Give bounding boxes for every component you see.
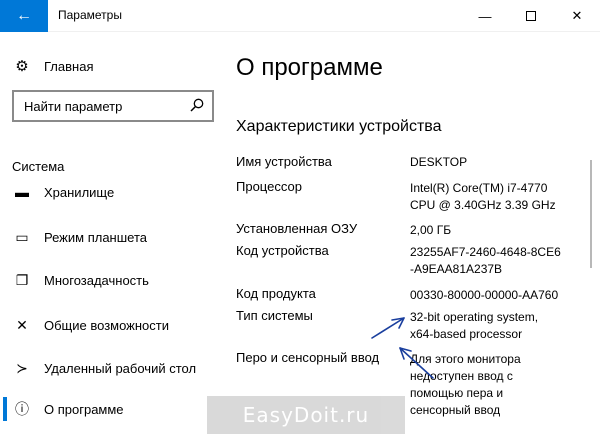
main-content: О программе Характеристики устройства Им…	[222, 32, 600, 437]
close-icon: ✕	[571, 8, 583, 23]
active-indicator	[3, 397, 7, 421]
page-title: О программе	[236, 54, 383, 81]
back-button[interactable]: ←	[0, 0, 48, 32]
remote-desktop-icon: ≻	[16, 359, 28, 376]
spec-value-product-id: 00330-80000-00000-AA760	[410, 288, 559, 302]
sidebar: ⚙ Главная Найти параметр Система ▬ Храни…	[0, 32, 222, 437]
spec-value-system-type: 32-bit operating system, x64-based proce…	[410, 310, 539, 341]
sidebar-item-label: Общие возможности	[44, 317, 170, 333]
multitasking-icon: ❐	[15, 271, 29, 288]
sidebar-item-about[interactable]: ⓘ О программе	[12, 397, 124, 421]
shared-experiences-icon: ✕	[16, 316, 28, 333]
sidebar-item-label: Многозадачность	[44, 272, 149, 288]
spec-label-processor: Процессор	[236, 179, 302, 194]
info-icon: ⓘ	[15, 401, 29, 417]
search-icon	[190, 98, 204, 112]
watermark: EasyDoit.ru	[207, 396, 405, 434]
sidebar-item-shared-experiences[interactable]: ✕ Общие возможности	[12, 313, 169, 337]
sidebar-item-label: Удаленный рабочий стол	[44, 360, 197, 376]
spec-value-device-id: 23255AF7-2460-4648-8CE6 -A9EAA81A237B	[410, 245, 561, 276]
maximize-button[interactable]	[508, 0, 554, 32]
minimize-button[interactable]: —	[462, 0, 508, 32]
gear-icon: ⚙	[15, 58, 29, 75]
search-placeholder: Найти параметр	[24, 98, 123, 114]
spec-value-processor: Intel(R) Core(TM) i7-4770 CPU @ 3.40GHz …	[410, 181, 556, 212]
sidebar-item-remote-desktop[interactable]: ≻ Удаленный рабочий стол	[12, 356, 196, 380]
sidebar-item-label: Режим планшета	[44, 229, 147, 245]
spec-value-device-name: DESKTOP	[410, 155, 468, 169]
sidebar-item-tablet-mode[interactable]: ▭ Режим планшета	[12, 225, 147, 249]
spec-value-pen-touch: Для этого монитора недоступен ввод с пом…	[410, 352, 521, 417]
section-label-system: Система	[12, 159, 65, 174]
title-bar: ← Параметры — ✕	[0, 0, 600, 32]
sidebar-item-multitasking[interactable]: ❐ Многозадачность	[12, 268, 149, 292]
spec-label-pen-touch: Перо и сенсорный ввод	[236, 350, 380, 365]
spec-label-device-name: Имя устройства	[236, 154, 332, 169]
back-arrow-icon: ←	[16, 7, 32, 24]
spec-label-system-type: Тип системы	[236, 308, 313, 323]
spec-label-product-id: Код продукта	[236, 286, 316, 301]
sidebar-item-storage[interactable]: ▬ Хранилище	[12, 180, 114, 204]
minimize-icon: —	[478, 8, 492, 24]
maximize-icon	[526, 11, 536, 21]
sidebar-item-label: О программе	[44, 401, 124, 417]
tablet-mode-icon: ▭	[15, 228, 29, 245]
section-title: Характеристики устройства	[236, 118, 442, 135]
search-input[interactable]: Найти параметр	[12, 90, 214, 122]
scrollbar[interactable]	[590, 160, 592, 268]
sidebar-item-label: Главная	[44, 58, 94, 74]
spec-label-device-id: Код устройства	[236, 243, 329, 258]
storage-icon: ▬	[15, 184, 29, 200]
sidebar-item-home[interactable]: ⚙ Главная	[12, 54, 93, 78]
close-button[interactable]: ✕	[554, 0, 600, 32]
sidebar-item-label: Хранилище	[44, 184, 115, 200]
spec-value-ram: 2,00 ГБ	[410, 223, 452, 237]
spec-label-ram: Установленная ОЗУ	[236, 221, 358, 236]
window-title: Параметры	[58, 8, 122, 22]
